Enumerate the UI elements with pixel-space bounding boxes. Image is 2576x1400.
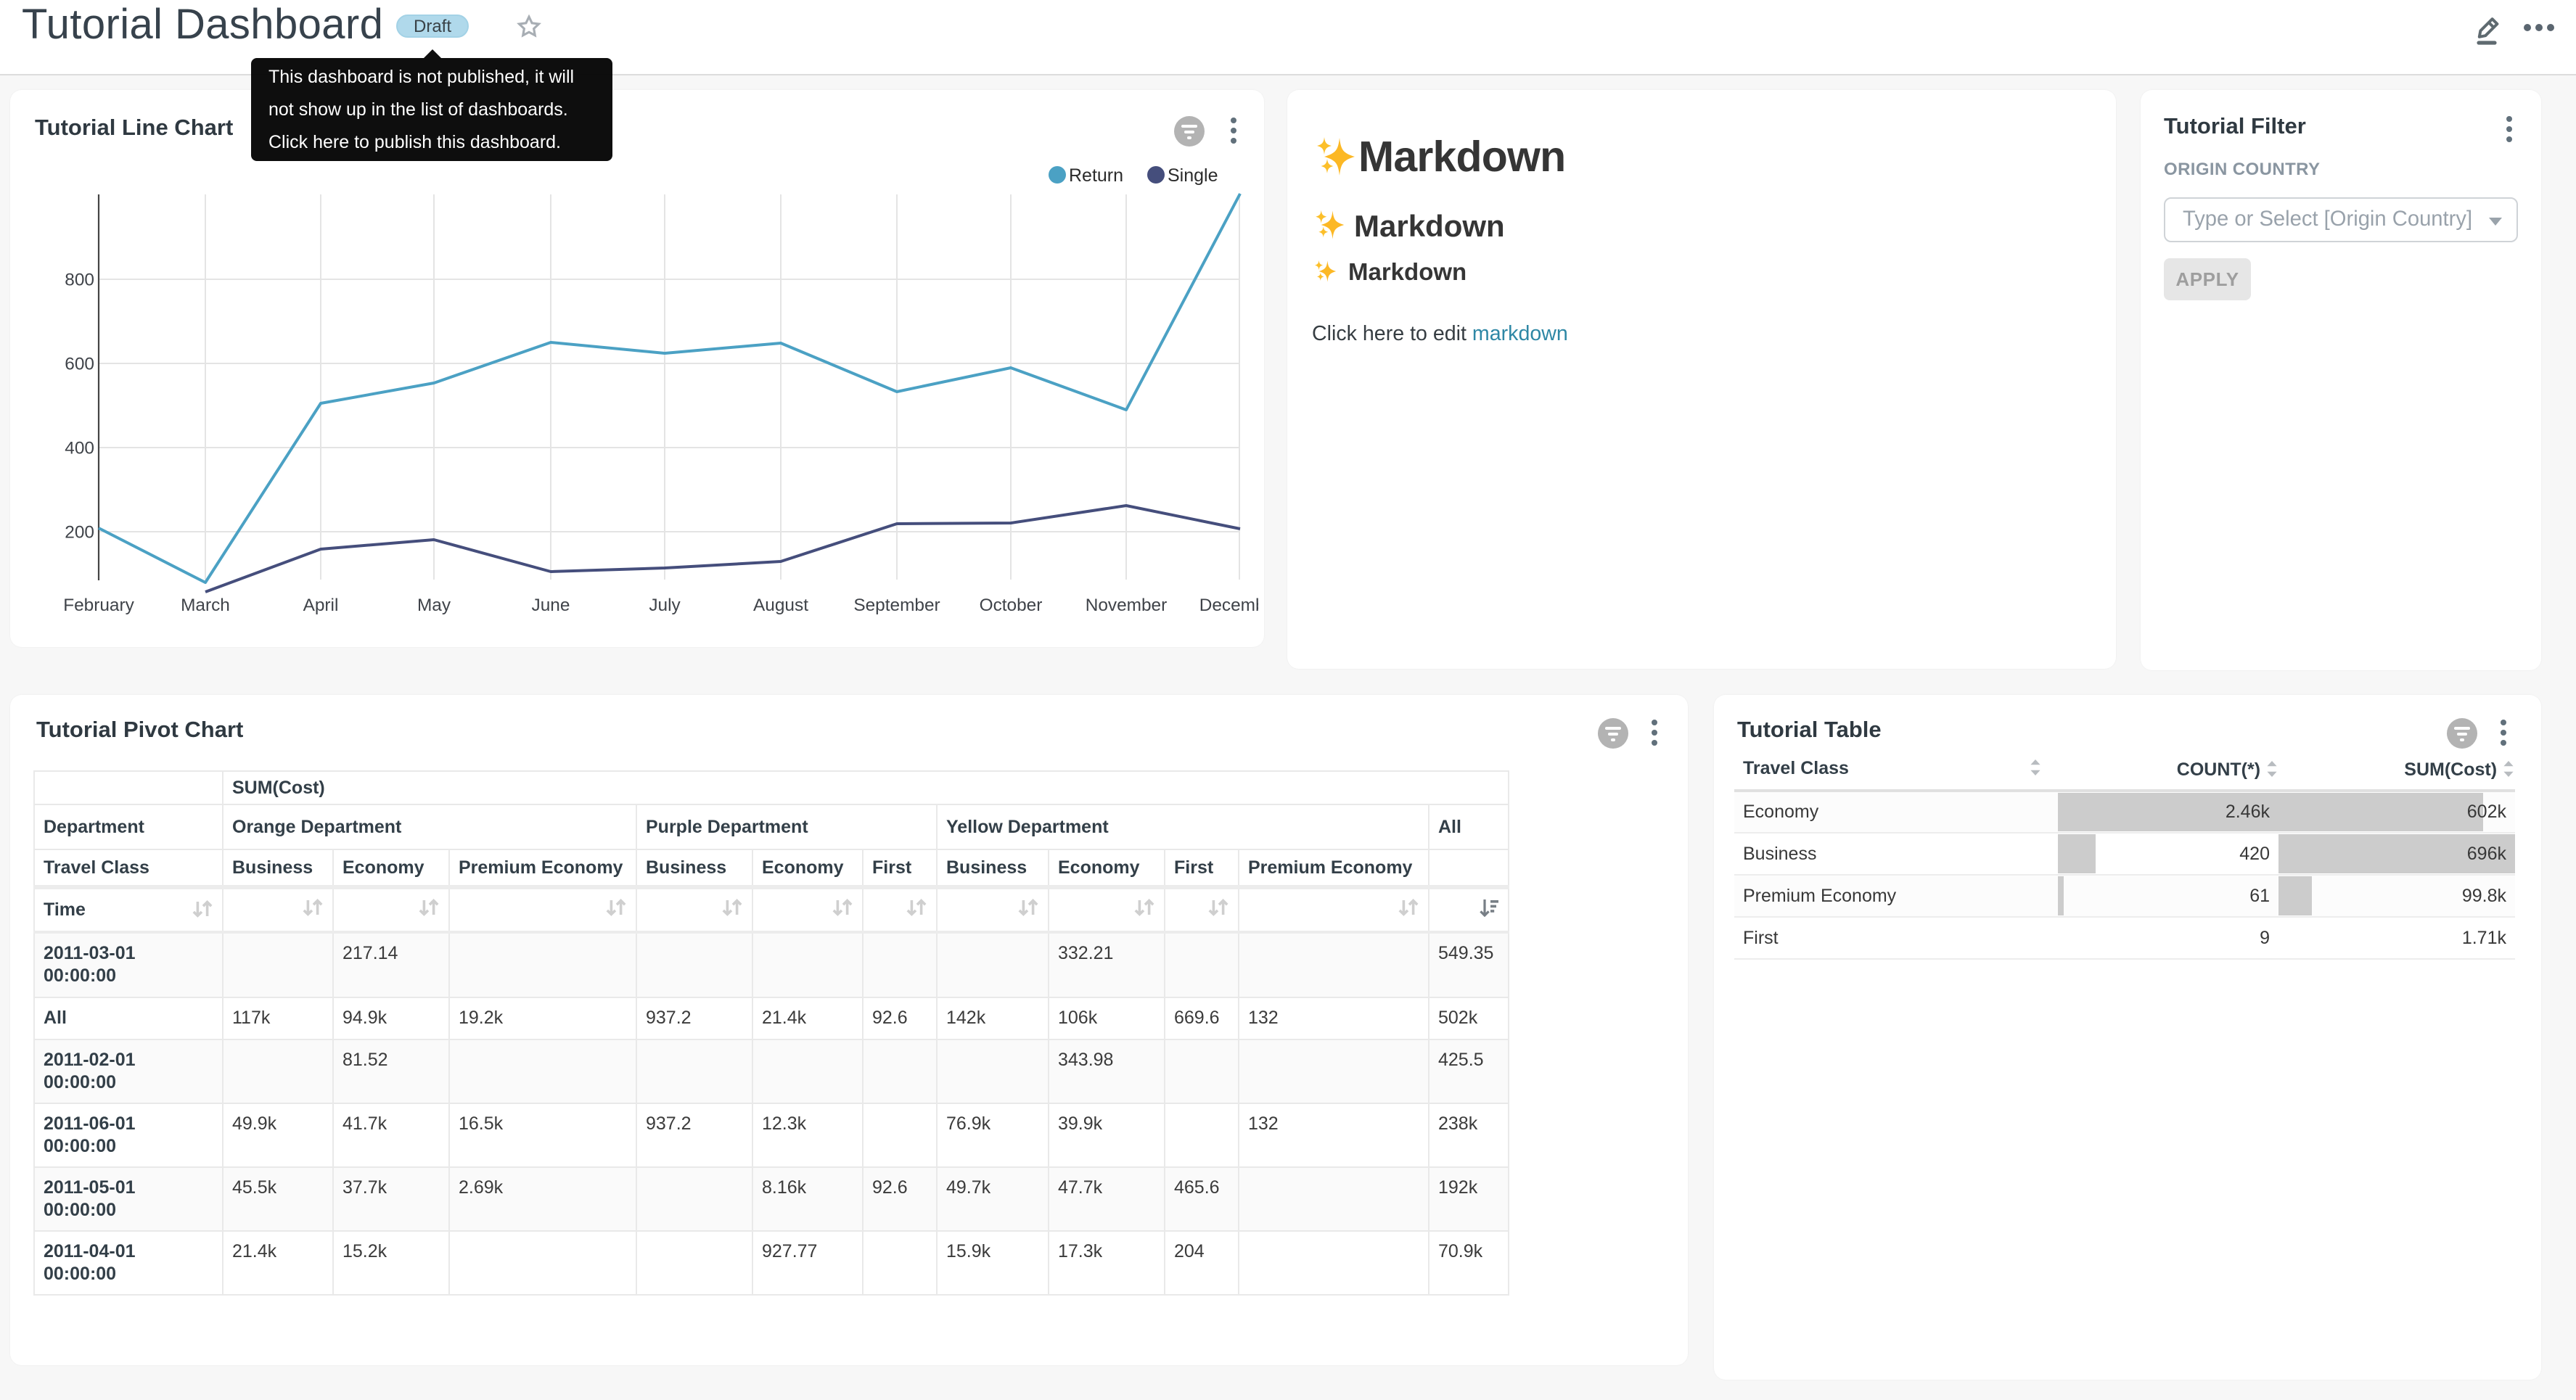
svg-text:September: September [853,596,940,615]
svg-text:200: 200 [65,522,94,542]
svg-text:800: 800 [65,270,94,289]
svg-text:August: August [753,596,808,615]
svg-text:December: December [1199,596,1258,615]
svg-text:400: 400 [65,438,94,458]
svg-text:Single: Single [1168,165,1218,186]
svg-text:October: October [980,596,1043,615]
svg-text:600: 600 [65,354,94,374]
svg-text:March: March [181,596,230,615]
svg-text:May: May [417,596,451,615]
svg-text:Return: Return [1069,165,1123,186]
svg-text:April: April [303,596,339,615]
svg-text:July: July [649,596,681,615]
svg-text:June: June [532,596,570,615]
svg-text:February: February [63,596,134,615]
svg-text:November: November [1086,596,1168,615]
